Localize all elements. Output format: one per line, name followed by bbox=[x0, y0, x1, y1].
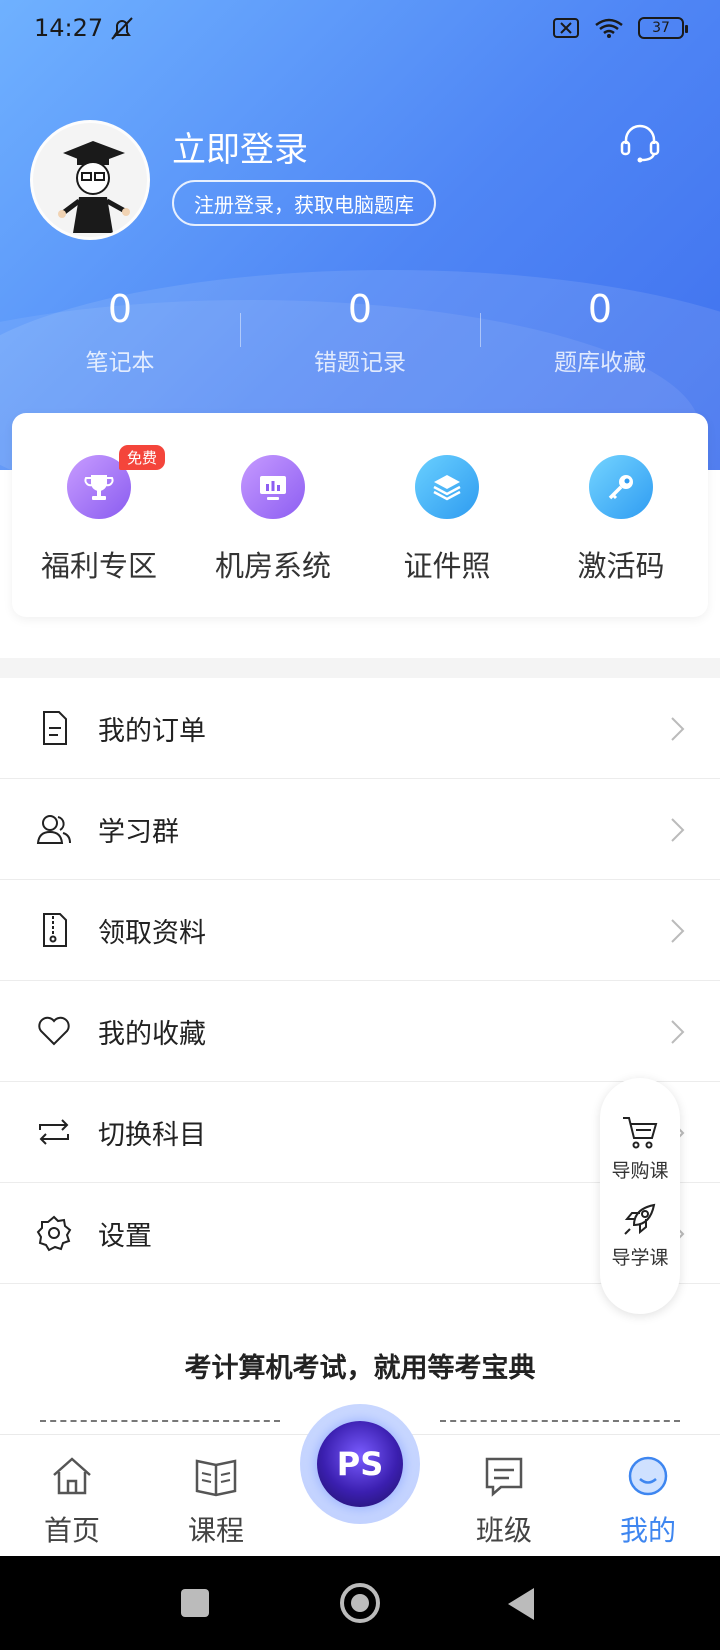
stat-value: 0 bbox=[347, 287, 373, 331]
dashed-divider bbox=[440, 1420, 680, 1422]
system-nav-bar bbox=[0, 1556, 720, 1650]
recents-button[interactable] bbox=[181, 1589, 209, 1617]
menu-label: 设置 bbox=[98, 1220, 152, 1252]
guide-buy-label: 导购课 bbox=[611, 1160, 669, 1182]
free-badge: 免费 bbox=[119, 445, 166, 470]
book-icon bbox=[195, 1459, 237, 1497]
guide-buy-course-button[interactable]: 导购课 bbox=[611, 1112, 669, 1183]
quick-lab-system[interactable]: 机房系统 bbox=[186, 413, 360, 617]
document-icon bbox=[43, 913, 67, 947]
stat-value: 0 bbox=[587, 287, 613, 331]
profile-header: 14:27 37 立即登录 注册登录，获取电脑题库 0 笔记本 0 错题记录 0… bbox=[0, 0, 720, 470]
guide-learn-label: 导学课 bbox=[611, 1247, 669, 1269]
menu-label: 我的收藏 bbox=[98, 1018, 206, 1050]
gear-icon bbox=[36, 1215, 72, 1252]
mute-bell-icon bbox=[111, 17, 133, 40]
battery-icon: 37 bbox=[638, 17, 688, 39]
floating-guide-card: 导购课 导学课 bbox=[600, 1078, 680, 1314]
quick-label: 福利专区 bbox=[40, 549, 157, 583]
chevron-right-icon bbox=[671, 1020, 685, 1044]
dashed-divider bbox=[40, 1420, 280, 1422]
ps-logo: PS bbox=[317, 1421, 403, 1507]
graduate-avatar-icon bbox=[58, 141, 130, 233]
tab-mine[interactable]: 我的 bbox=[576, 1435, 720, 1556]
quick-label: 激活码 bbox=[577, 549, 665, 583]
menu-label: 我的订单 bbox=[98, 715, 206, 747]
key-icon bbox=[589, 455, 653, 519]
menu-my-orders[interactable]: 我的订单 bbox=[0, 678, 720, 779]
tab-label: 首页 bbox=[43, 1514, 100, 1547]
headset-icon[interactable] bbox=[616, 118, 664, 166]
login-title[interactable]: 立即登录 bbox=[172, 122, 308, 171]
avatar[interactable] bbox=[30, 120, 150, 240]
group-icon bbox=[36, 815, 71, 844]
section-divider bbox=[0, 658, 720, 678]
stats-row: 0 笔记本 0 错题记录 0 题库收藏 bbox=[0, 285, 720, 377]
layers-icon bbox=[415, 455, 479, 519]
tab-label: 班级 bbox=[475, 1514, 532, 1547]
slogan-text: 考计算机考试，就用等考宝典 bbox=[184, 1353, 536, 1384]
rocket-icon bbox=[624, 1203, 656, 1235]
menu-my-favorites[interactable]: 我的收藏 bbox=[0, 981, 720, 1082]
chevron-right-icon bbox=[671, 717, 685, 741]
chat-icon bbox=[485, 1457, 523, 1497]
sim-x-icon bbox=[553, 18, 579, 38]
stat-label: 错题记录 bbox=[314, 350, 406, 376]
tab-home[interactable]: 首页 bbox=[0, 1435, 144, 1556]
chevron-right-icon bbox=[671, 818, 685, 842]
quick-activation-code[interactable]: 激活码 bbox=[534, 413, 708, 617]
menu-label: 切换科目 bbox=[98, 1119, 206, 1151]
tab-label: 我的 bbox=[619, 1514, 676, 1547]
wifi-icon bbox=[595, 18, 623, 38]
back-button[interactable] bbox=[508, 1588, 534, 1620]
menu-label: 领取资料 bbox=[98, 917, 206, 949]
chevron-right-icon bbox=[671, 919, 685, 943]
monitor-icon bbox=[241, 455, 305, 519]
switch-icon bbox=[39, 1119, 69, 1145]
tab-courses[interactable]: 课程 bbox=[144, 1435, 288, 1556]
status-bar: 14:27 37 bbox=[34, 10, 688, 46]
menu-get-materials[interactable]: 领取资料 bbox=[0, 880, 720, 981]
stat-notebook[interactable]: 0 笔记本 bbox=[0, 285, 240, 377]
heart-icon bbox=[38, 1016, 70, 1046]
quick-welfare[interactable]: 免费 福利专区 bbox=[12, 413, 186, 617]
home-icon bbox=[53, 1457, 91, 1495]
stat-favorites[interactable]: 0 题库收藏 bbox=[480, 285, 720, 377]
quick-id-photo[interactable]: 证件照 bbox=[360, 413, 534, 617]
ps-center-button[interactable]: PS bbox=[300, 1404, 420, 1524]
stat-label: 笔记本 bbox=[85, 350, 155, 376]
stat-label: 题库收藏 bbox=[554, 350, 646, 376]
cart-icon bbox=[622, 1117, 658, 1149]
order-icon bbox=[43, 711, 67, 745]
quick-actions-card: 免费 福利专区 机房系统 证件照 激活码 bbox=[12, 413, 708, 617]
guide-learn-course-button[interactable]: 导学课 bbox=[611, 1199, 669, 1270]
menu-study-group[interactable]: 学习群 bbox=[0, 779, 720, 880]
stat-wrong-questions[interactable]: 0 错题记录 bbox=[240, 285, 480, 377]
menu-label: 学习群 bbox=[98, 816, 179, 848]
tab-label: 课程 bbox=[187, 1514, 244, 1547]
status-time: 14:27 bbox=[34, 14, 104, 42]
quick-label: 机房系统 bbox=[214, 549, 331, 583]
tab-class[interactable]: 班级 bbox=[432, 1435, 576, 1556]
smile-icon bbox=[628, 1456, 668, 1496]
home-button[interactable] bbox=[340, 1583, 380, 1623]
register-login-button[interactable]: 注册登录，获取电脑题库 bbox=[172, 180, 436, 226]
quick-label: 证件照 bbox=[403, 549, 491, 583]
stat-value: 0 bbox=[107, 287, 133, 331]
